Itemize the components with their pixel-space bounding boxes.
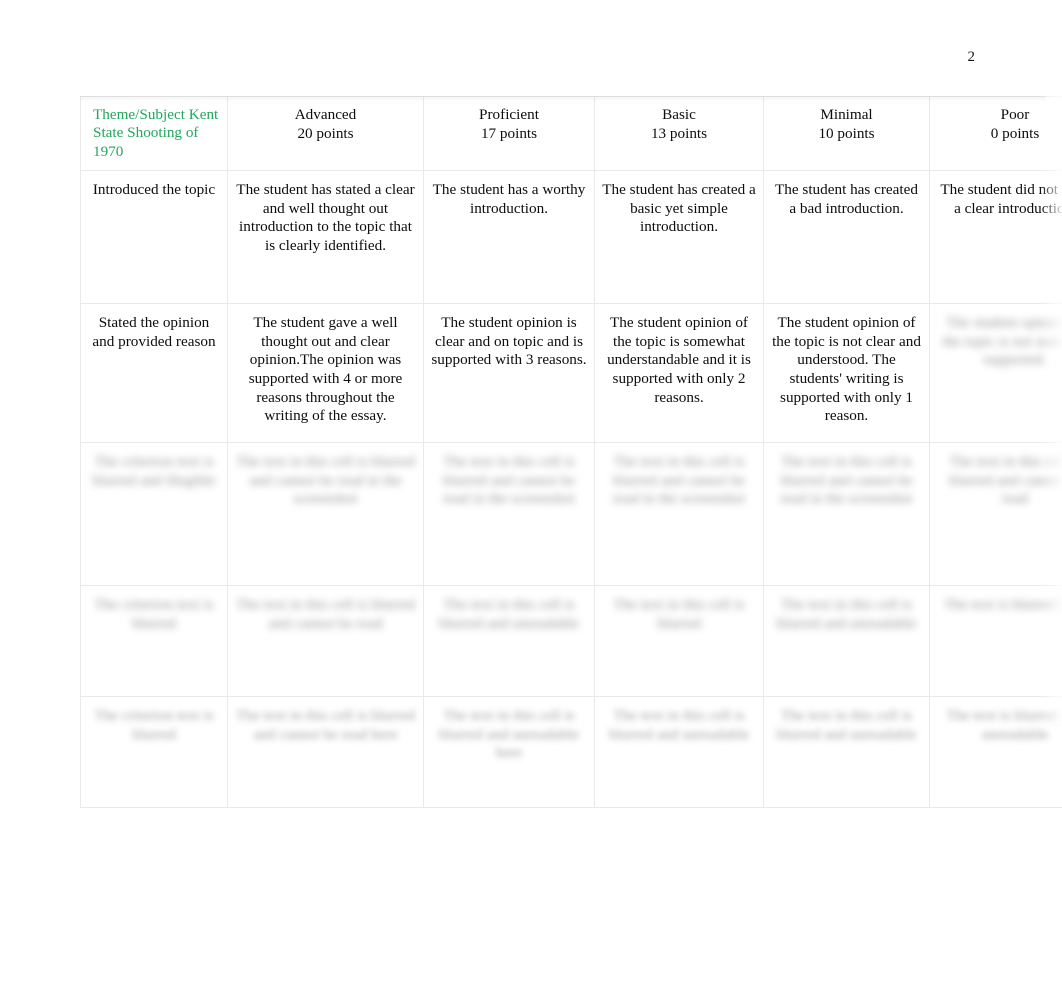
rubric-row: Stated the opinion and provided reason T… [80,303,1062,444]
level-label: Minimal [820,106,873,123]
rubric-row: The criterion text is blurred The text i… [80,696,1062,809]
rubric-descriptor-cell: The text is blurred and unreadable [929,696,1062,809]
level-label: Proficient [479,106,539,123]
rubric-descriptor-cell: The student opinion of the topic is some… [594,303,764,444]
descriptor-text: The text in this cell is blurred and can… [443,453,575,508]
rubric-descriptor-cell: The text in this cell is blurred and unr… [594,696,764,809]
criterion-text: The criterion text is blurred [94,707,214,743]
rubric-criterion-cell: Introduced the topic [80,170,228,305]
level-points: 17 points [480,124,538,142]
rubric-descriptor-cell: The student did not state a clear introd… [929,170,1062,305]
descriptor-text: The text in this cell is blurred and unr… [776,707,917,743]
descriptor-text: The text in this cell is blurred and unr… [439,596,579,632]
descriptor-text: The student has created a bad introducti… [775,181,918,217]
descriptor-text: The student opinion of the topic is not … [772,314,921,425]
rubric-descriptor-cell: The text in this cell is blurred and can… [763,442,930,587]
rubric-level-advanced: Advanced 20 points [227,96,424,172]
rubric-descriptor-cell: The text in this cell is blurred and can… [929,442,1062,587]
descriptor-text: The text in this cell is blurred and unr… [439,707,579,762]
descriptor-text: The text in this cell is blurred and can… [236,596,415,632]
descriptor-text: The student opinion of the topic is not … [942,314,1062,369]
rubric-level-minimal: Minimal 10 points [763,96,930,172]
rubric-descriptor-cell: The text in this cell is blurred and unr… [763,696,930,809]
rubric-descriptor-cell: The text in this cell is blurred and can… [423,442,595,587]
level-points: 0 points [990,124,1040,142]
descriptor-text: The text in this cell is blurred and unr… [776,596,917,632]
rubric-row: The criterion text is blurred The text i… [80,585,1062,698]
rubric-descriptor-cell: The text is blurred here [929,585,1062,698]
rubric-descriptor-cell: The student opinion of the topic is not … [929,303,1062,444]
descriptor-text: The student gave a well thought out and … [248,314,403,425]
rubric-descriptor-cell: The student gave a well thought out and … [227,303,424,444]
rubric-subject-cell: Theme/Subject Kent State Shooting of 197… [80,96,228,172]
rubric-descriptor-cell: The student has created a bad introducti… [763,170,930,305]
descriptor-text: The text is blurred here [944,596,1062,614]
criterion-text: The criterion text is blurred and illegi… [92,453,216,489]
rubric-descriptor-cell: The student opinion of the topic is not … [763,303,930,444]
criterion-text: The criterion text is blurred [94,596,214,632]
rubric-criterion-cell: The criterion text is blurred [80,585,228,698]
rubric-criterion-cell: The criterion text is blurred [80,696,228,809]
descriptor-text: The student has stated a clear and well … [236,181,415,254]
descriptor-text: The text in this cell is blurred and can… [236,453,415,508]
descriptor-text: The text is blurred and unreadable [946,707,1062,743]
descriptor-text: The text in this cell is blurred and can… [949,453,1062,508]
level-points: 10 points [818,124,875,142]
rubric-criterion-cell: The criterion text is blurred and illegi… [80,442,228,587]
rubric-descriptor-cell: The text in this cell is blurred and unr… [423,696,595,809]
rubric-row: Introduced the topic The student has sta… [80,170,1062,305]
rubric-level-basic: Basic 13 points [594,96,764,172]
descriptor-text: The text in this cell is blurred and can… [236,707,415,743]
rubric-criterion-cell: Stated the opinion and provided reason [80,303,228,444]
descriptor-text: The text in this cell is blurred [613,596,745,632]
page-number: 2 [967,49,976,65]
level-label: Advanced [294,106,357,123]
level-label: Poor [1000,106,1030,123]
rubric-descriptor-cell: The text in this cell is blurred and can… [227,585,424,698]
rubric-table: Theme/Subject Kent State Shooting of 197… [80,96,1062,809]
rubric-descriptor-cell: The text in this cell is blurred and unr… [763,585,930,698]
rubric-descriptor-cell: The student has stated a clear and well … [227,170,424,305]
level-points: 20 points [297,124,354,142]
criterion-text: Introduced the topic [92,181,216,199]
descriptor-text: The text in this cell is blurred and unr… [609,707,749,743]
rubric-descriptor-cell: The student has a worthy introduction. [423,170,595,305]
rubric-descriptor-cell: The text in this cell is blurred and can… [227,442,424,587]
rubric-table-container: Theme/Subject Kent State Shooting of 197… [80,96,1062,809]
level-points: 13 points [650,124,708,142]
rubric-descriptor-cell: The text in this cell is blurred and unr… [423,585,595,698]
criterion-text: Stated the opinion and provided reason [92,314,216,350]
descriptor-text: The student has a worthy introduction. [432,181,586,217]
rubric-level-proficient: Proficient 17 points [423,96,595,172]
rubric-subject-title: Theme/Subject Kent State Shooting of 197… [93,106,219,160]
descriptor-text: The text in this cell is blurred and can… [780,453,913,508]
rubric-row: The criterion text is blurred and illegi… [80,442,1062,587]
rubric-descriptor-cell: The student opinion is clear and on topi… [423,303,595,444]
rubric-level-poor: Poor 0 points [929,96,1062,172]
descriptor-text: The student did not state a clear introd… [940,181,1062,217]
rubric-header-row: Theme/Subject Kent State Shooting of 197… [80,96,1062,172]
descriptor-text: The text in this cell is blurred and can… [613,453,745,508]
rubric-descriptor-cell: The student has created a basic yet simp… [594,170,764,305]
level-label: Basic [662,106,696,123]
rubric-descriptor-cell: The text in this cell is blurred and can… [594,442,764,587]
descriptor-text: The student opinion of the topic is some… [607,314,751,406]
rubric-descriptor-cell: The text in this cell is blurred and can… [227,696,424,809]
rubric-descriptor-cell: The text in this cell is blurred [594,585,764,698]
descriptor-text: The student has created a basic yet simp… [602,181,756,236]
descriptor-text: The student opinion is clear and on topi… [431,314,587,369]
